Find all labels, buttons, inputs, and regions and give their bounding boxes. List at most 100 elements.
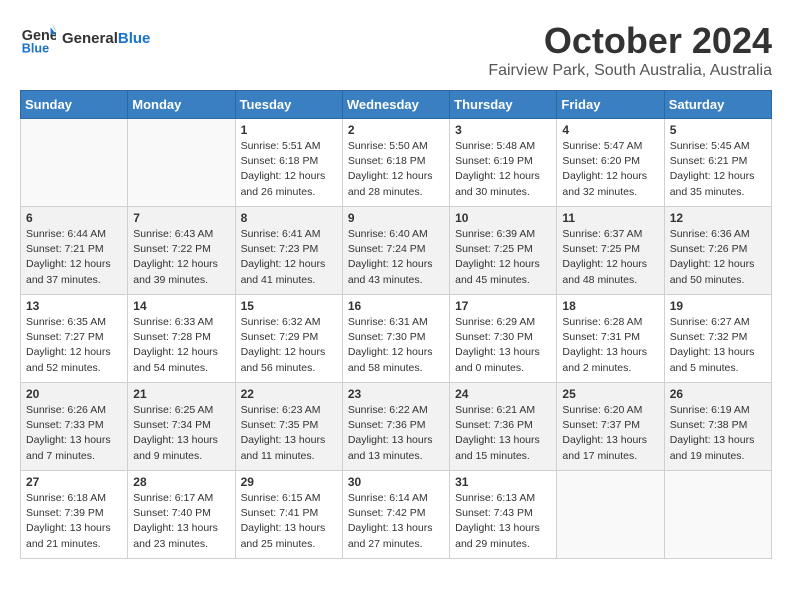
day-number: 25 bbox=[562, 387, 658, 401]
col-header-thursday: Thursday bbox=[450, 91, 557, 119]
cell-info: Sunrise: 6:43 AM Sunset: 7:22 PM Dayligh… bbox=[133, 227, 229, 288]
calendar-cell: 28Sunrise: 6:17 AM Sunset: 7:40 PM Dayli… bbox=[128, 471, 235, 559]
cell-info: Sunrise: 6:25 AM Sunset: 7:34 PM Dayligh… bbox=[133, 403, 229, 464]
day-number: 3 bbox=[455, 123, 551, 137]
calendar-cell: 5 Sunrise: 5:45 AM Sunset: 6:21 PM Daylig… bbox=[664, 119, 771, 207]
month-title: October 2024 bbox=[488, 20, 772, 62]
day-number: 27 bbox=[26, 475, 122, 489]
col-header-friday: Friday bbox=[557, 91, 664, 119]
cell-info: Sunrise: 6:32 AM Sunset: 7:29 PM Dayligh… bbox=[241, 315, 337, 376]
day-number: 9 bbox=[348, 211, 444, 225]
day-number: 24 bbox=[455, 387, 551, 401]
calendar-week-row: 20 Sunrise: 6:26 AM Sunset: 7:33 PM Dayli… bbox=[21, 383, 772, 471]
calendar-cell: 11Sunrise: 6:37 AM Sunset: 7:25 PM Dayli… bbox=[557, 207, 664, 295]
col-header-tuesday: Tuesday bbox=[235, 91, 342, 119]
day-number: 22 bbox=[241, 387, 337, 401]
calendar-cell: 2 Sunrise: 5:50 AM Sunset: 6:18 PM Daylig… bbox=[342, 119, 449, 207]
calendar-cell: 1Sunrise: 5:51 AM Sunset: 6:18 PM Daylig… bbox=[235, 119, 342, 207]
col-header-saturday: Saturday bbox=[664, 91, 771, 119]
calendar-cell: 16 Sunrise: 6:31 AM Sunset: 7:30 PM Dayli… bbox=[342, 295, 449, 383]
calendar-cell: 23Sunrise: 6:22 AM Sunset: 7:36 PM Dayli… bbox=[342, 383, 449, 471]
cell-info: Sunrise: 5:47 AM Sunset: 6:20 PM Dayligh… bbox=[562, 139, 658, 200]
cell-info: Sunrise: 6:13 AM Sunset: 7:43 PM Dayligh… bbox=[455, 491, 551, 552]
cell-info: Sunrise: 6:35 AM Sunset: 7:27 PM Dayligh… bbox=[26, 315, 122, 376]
day-number: 12 bbox=[670, 211, 766, 225]
calendar-cell: 4 Sunrise: 5:47 AM Sunset: 6:20 PM Daylig… bbox=[557, 119, 664, 207]
cell-info: Sunrise: 6:28 AM Sunset: 7:31 PM Dayligh… bbox=[562, 315, 658, 376]
calendar-cell: 15 Sunrise: 6:32 AM Sunset: 7:29 PM Dayli… bbox=[235, 295, 342, 383]
calendar-cell bbox=[557, 471, 664, 559]
calendar-cell: 21 Sunrise: 6:25 AM Sunset: 7:34 PM Dayli… bbox=[128, 383, 235, 471]
calendar-cell: 24 Sunrise: 6:21 AM Sunset: 7:36 PM Dayli… bbox=[450, 383, 557, 471]
day-number: 6 bbox=[26, 211, 122, 225]
calendar-cell: 18Sunrise: 6:28 AM Sunset: 7:31 PM Dayli… bbox=[557, 295, 664, 383]
calendar-cell bbox=[21, 119, 128, 207]
day-number: 28 bbox=[133, 475, 229, 489]
cell-info: Sunrise: 6:14 AM Sunset: 7:42 PM Dayligh… bbox=[348, 491, 444, 552]
day-number: 11 bbox=[562, 211, 658, 225]
cell-info: Sunrise: 6:19 AM Sunset: 7:38 PM Dayligh… bbox=[670, 403, 766, 464]
day-number: 21 bbox=[133, 387, 229, 401]
day-number: 20 bbox=[26, 387, 122, 401]
cell-info: Sunrise: 5:50 AM Sunset: 6:18 PM Dayligh… bbox=[348, 139, 444, 200]
calendar-week-row: 1Sunrise: 5:51 AM Sunset: 6:18 PM Daylig… bbox=[21, 119, 772, 207]
logo: General Blue GeneralBlue bbox=[20, 20, 150, 56]
calendar-cell: 29 Sunrise: 6:15 AM Sunset: 7:41 PM Dayli… bbox=[235, 471, 342, 559]
day-number: 2 bbox=[348, 123, 444, 137]
cell-info: Sunrise: 6:31 AM Sunset: 7:30 PM Dayligh… bbox=[348, 315, 444, 376]
calendar-cell: 17 Sunrise: 6:29 AM Sunset: 7:30 PM Dayli… bbox=[450, 295, 557, 383]
cell-info: Sunrise: 6:29 AM Sunset: 7:30 PM Dayligh… bbox=[455, 315, 551, 376]
calendar-cell: 30Sunrise: 6:14 AM Sunset: 7:42 PM Dayli… bbox=[342, 471, 449, 559]
svg-text:Blue: Blue bbox=[22, 41, 49, 55]
cell-info: Sunrise: 6:44 AM Sunset: 7:21 PM Dayligh… bbox=[26, 227, 122, 288]
day-number: 19 bbox=[670, 299, 766, 313]
cell-info: Sunrise: 5:48 AM Sunset: 6:19 PM Dayligh… bbox=[455, 139, 551, 200]
day-number: 29 bbox=[241, 475, 337, 489]
cell-info: Sunrise: 6:18 AM Sunset: 7:39 PM Dayligh… bbox=[26, 491, 122, 552]
title-block: October 2024 Fairview Park, South Austra… bbox=[488, 20, 772, 80]
calendar-cell bbox=[664, 471, 771, 559]
logo-name: GeneralBlue bbox=[62, 30, 150, 47]
location-subtitle: Fairview Park, South Australia, Australi… bbox=[488, 62, 772, 80]
col-header-wednesday: Wednesday bbox=[342, 91, 449, 119]
calendar-table: SundayMondayTuesdayWednesdayThursdayFrid… bbox=[20, 90, 772, 559]
cell-info: Sunrise: 6:27 AM Sunset: 7:32 PM Dayligh… bbox=[670, 315, 766, 376]
page-header: General Blue GeneralBlue October 2024 Fa… bbox=[20, 20, 772, 80]
day-number: 15 bbox=[241, 299, 337, 313]
calendar-cell: 26Sunrise: 6:19 AM Sunset: 7:38 PM Dayli… bbox=[664, 383, 771, 471]
day-number: 17 bbox=[455, 299, 551, 313]
calendar-cell: 13 Sunrise: 6:35 AM Sunset: 7:27 PM Dayli… bbox=[21, 295, 128, 383]
cell-info: Sunrise: 6:21 AM Sunset: 7:36 PM Dayligh… bbox=[455, 403, 551, 464]
cell-info: Sunrise: 6:15 AM Sunset: 7:41 PM Dayligh… bbox=[241, 491, 337, 552]
calendar-cell: 20 Sunrise: 6:26 AM Sunset: 7:33 PM Dayli… bbox=[21, 383, 128, 471]
cell-info: Sunrise: 6:39 AM Sunset: 7:25 PM Dayligh… bbox=[455, 227, 551, 288]
calendar-cell: 3 Sunrise: 5:48 AM Sunset: 6:19 PM Daylig… bbox=[450, 119, 557, 207]
cell-info: Sunrise: 6:40 AM Sunset: 7:24 PM Dayligh… bbox=[348, 227, 444, 288]
calendar-cell: 6 Sunrise: 6:44 AM Sunset: 7:21 PM Daylig… bbox=[21, 207, 128, 295]
calendar-week-row: 6 Sunrise: 6:44 AM Sunset: 7:21 PM Daylig… bbox=[21, 207, 772, 295]
day-number: 13 bbox=[26, 299, 122, 313]
calendar-header-row: SundayMondayTuesdayWednesdayThursdayFrid… bbox=[21, 91, 772, 119]
cell-info: Sunrise: 6:23 AM Sunset: 7:35 PM Dayligh… bbox=[241, 403, 337, 464]
cell-info: Sunrise: 6:26 AM Sunset: 7:33 PM Dayligh… bbox=[26, 403, 122, 464]
day-number: 4 bbox=[562, 123, 658, 137]
day-number: 14 bbox=[133, 299, 229, 313]
calendar-cell: 14 Sunrise: 6:33 AM Sunset: 7:28 PM Dayli… bbox=[128, 295, 235, 383]
cell-info: Sunrise: 5:45 AM Sunset: 6:21 PM Dayligh… bbox=[670, 139, 766, 200]
day-number: 8 bbox=[241, 211, 337, 225]
cell-info: Sunrise: 6:33 AM Sunset: 7:28 PM Dayligh… bbox=[133, 315, 229, 376]
day-number: 16 bbox=[348, 299, 444, 313]
cell-info: Sunrise: 6:22 AM Sunset: 7:36 PM Dayligh… bbox=[348, 403, 444, 464]
day-number: 10 bbox=[455, 211, 551, 225]
calendar-cell: 7Sunrise: 6:43 AM Sunset: 7:22 PM Daylig… bbox=[128, 207, 235, 295]
calendar-cell: 31Sunrise: 6:13 AM Sunset: 7:43 PM Dayli… bbox=[450, 471, 557, 559]
cell-info: Sunrise: 6:36 AM Sunset: 7:26 PM Dayligh… bbox=[670, 227, 766, 288]
logo-icon: General Blue bbox=[20, 20, 56, 56]
col-header-monday: Monday bbox=[128, 91, 235, 119]
day-number: 5 bbox=[670, 123, 766, 137]
cell-info: Sunrise: 6:20 AM Sunset: 7:37 PM Dayligh… bbox=[562, 403, 658, 464]
calendar-week-row: 27 Sunrise: 6:18 AM Sunset: 7:39 PM Dayli… bbox=[21, 471, 772, 559]
calendar-cell: 10 Sunrise: 6:39 AM Sunset: 7:25 PM Dayli… bbox=[450, 207, 557, 295]
day-number: 1 bbox=[241, 123, 337, 137]
col-header-sunday: Sunday bbox=[21, 91, 128, 119]
